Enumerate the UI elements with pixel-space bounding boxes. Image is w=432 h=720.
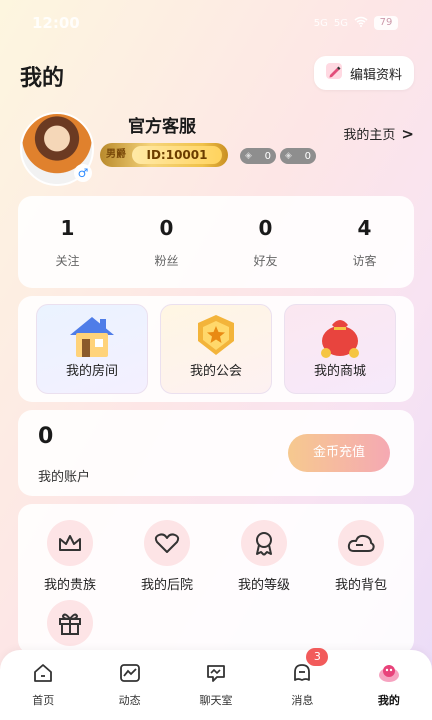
wifi-icon bbox=[354, 16, 368, 30]
stat-friends[interactable]: 0 好友 bbox=[216, 196, 315, 288]
avatar[interactable]: ♂ bbox=[20, 112, 94, 186]
me-icon bbox=[377, 665, 401, 688]
my-room-tile[interactable]: 我的房间 bbox=[36, 304, 148, 394]
tab-label: 动态 bbox=[118, 694, 141, 707]
message-icon bbox=[291, 664, 313, 688]
status-bar: 12:00 5G 5G 79 bbox=[0, 0, 432, 42]
shortcuts-card: 我的房间 我的公会 我的商城 bbox=[18, 296, 414, 402]
stats-card: 1 关注 0 粉丝 0 好友 4 访客 bbox=[18, 196, 414, 288]
stat-value: 1 bbox=[60, 216, 75, 240]
stat-label: 关注 bbox=[55, 254, 80, 268]
tab-label: 消息 bbox=[291, 694, 314, 707]
tab-label: 我的 bbox=[377, 694, 400, 707]
chat-room-icon bbox=[205, 665, 227, 688]
level-badge-2: ◈ 0 bbox=[280, 148, 316, 164]
tab-label: 聊天室 bbox=[199, 694, 233, 707]
my-guild-label: 我的公会 bbox=[189, 364, 242, 379]
my-backyard-item[interactable]: 我的后院 bbox=[122, 520, 212, 593]
signal-icon: 5G bbox=[313, 17, 328, 29]
tab-chatroom[interactable]: 聊天室 bbox=[173, 650, 259, 720]
level-badge-1: ◈ 0 bbox=[240, 148, 276, 164]
noble-crest-icon: 男爵 bbox=[106, 149, 126, 160]
menu-label: 我的等级 bbox=[237, 578, 290, 593]
menu-label: 我的贵族 bbox=[43, 578, 96, 593]
my-shop-tile[interactable]: 我的商城 bbox=[284, 304, 396, 394]
status-time: 12:00 bbox=[32, 14, 80, 32]
edit-profile-button[interactable]: 编辑资料 bbox=[313, 56, 414, 90]
account-card: 0 我的账户 金币充值 bbox=[18, 410, 414, 496]
chevron-right-icon: > bbox=[401, 124, 414, 143]
stat-fans[interactable]: 0 粉丝 bbox=[117, 196, 216, 288]
status-icons: 5G 5G 79 bbox=[314, 16, 398, 30]
stat-visitors[interactable]: 4 访客 bbox=[315, 196, 414, 288]
level-badge-2-count: 0 bbox=[304, 150, 311, 162]
male-icon: ♂ bbox=[74, 164, 92, 182]
star-shield-icon bbox=[188, 311, 244, 361]
cloud-icon bbox=[338, 520, 384, 566]
battery-icon: 79 bbox=[374, 16, 398, 30]
account-balance: 0 bbox=[38, 424, 54, 449]
account-label: 我的账户 bbox=[38, 470, 91, 485]
recharge-button[interactable]: 金币充值 bbox=[288, 434, 390, 472]
charm-icon: ◈ bbox=[285, 151, 292, 161]
pen-icon bbox=[324, 61, 344, 85]
my-level-item[interactable]: 我的等级 bbox=[219, 520, 309, 593]
my-backpack-item[interactable]: 我的背包 bbox=[316, 520, 406, 593]
stat-value: 4 bbox=[357, 216, 372, 240]
money-bag-icon bbox=[312, 311, 368, 361]
activity-icon bbox=[119, 664, 141, 688]
menu-label: 我的背包 bbox=[334, 578, 387, 593]
menu-label: 我的后院 bbox=[140, 578, 193, 593]
unread-badge: 3 bbox=[306, 648, 329, 666]
my-guild-tile[interactable]: 我的公会 bbox=[160, 304, 272, 394]
my-homepage-link[interactable]: 我的主页 > bbox=[343, 124, 414, 144]
page-title: 我的 bbox=[20, 66, 65, 91]
stat-value: 0 bbox=[159, 216, 174, 240]
gift-icon bbox=[47, 600, 93, 646]
signal-icon-2: 5G bbox=[333, 17, 348, 29]
edit-profile-label: 编辑资料 bbox=[349, 67, 402, 83]
level-badge-1-count: 0 bbox=[264, 150, 271, 162]
stat-label: 好友 bbox=[253, 254, 278, 268]
level-icon: ◈ bbox=[245, 151, 252, 161]
stat-value: 0 bbox=[258, 216, 273, 240]
my-room-label: 我的房间 bbox=[65, 364, 118, 379]
gift-item[interactable] bbox=[25, 600, 115, 646]
house-icon bbox=[64, 311, 120, 361]
tab-me[interactable]: 我的 bbox=[346, 650, 432, 720]
stat-following[interactable]: 1 关注 bbox=[18, 196, 117, 288]
home-icon bbox=[32, 664, 54, 688]
tab-moments[interactable]: 动态 bbox=[86, 650, 172, 720]
more-menu-card: 我的贵族 我的后院 我的等级 我的背包 bbox=[18, 504, 414, 654]
tab-home[interactable]: 首页 bbox=[0, 650, 86, 720]
my-shop-label: 我的商城 bbox=[313, 364, 366, 379]
nickname: 官方客服 bbox=[128, 117, 196, 137]
medal-icon bbox=[241, 520, 287, 566]
heart-icon bbox=[144, 520, 190, 566]
tab-messages[interactable]: 3 消息 bbox=[259, 648, 345, 720]
id-badge: 男爵 ID:10001 bbox=[100, 143, 228, 167]
my-nobility-item[interactable]: 我的贵族 bbox=[25, 520, 115, 593]
crown-icon bbox=[47, 520, 93, 566]
user-id: ID:10001 bbox=[132, 146, 222, 164]
stat-label: 粉丝 bbox=[154, 254, 179, 268]
homepage-label: 我的主页 bbox=[343, 128, 396, 143]
tab-label: 首页 bbox=[32, 694, 55, 707]
stat-label: 访客 bbox=[352, 254, 377, 268]
bottom-tab-bar: 首页 动态 聊天室 3 消息 我的 bbox=[0, 648, 432, 720]
